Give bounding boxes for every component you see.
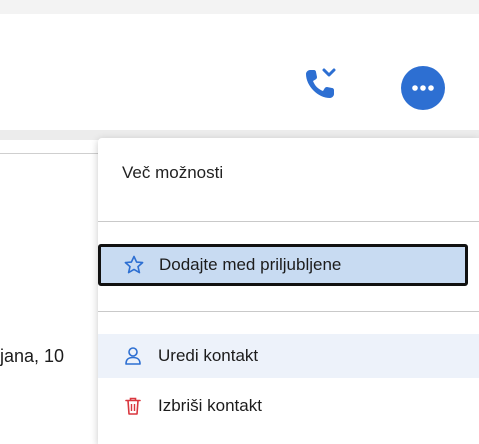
menu-divider <box>98 311 479 312</box>
contact-header <box>0 14 479 130</box>
section-divider <box>0 153 98 154</box>
contact-page: jana, 10 Več možnosti Dodajte med prilju… <box>0 0 479 444</box>
menu-divider <box>98 221 479 222</box>
more-options-icon <box>412 85 434 91</box>
background-detail-text: jana, 10 <box>0 346 65 366</box>
add-to-favorites-item[interactable]: Dodajte med priljubljene <box>98 244 468 286</box>
add-to-favorites-label: Dodajte med priljubljene <box>159 255 342 274</box>
edit-contact-item[interactable]: Uredi kontakt <box>98 334 479 378</box>
star-icon <box>123 254 145 276</box>
person-icon <box>122 345 144 367</box>
menu-title: Več možnosti <box>122 163 224 182</box>
more-options-button[interactable] <box>401 66 445 110</box>
call-button[interactable] <box>298 62 342 106</box>
delete-contact-label: Izbriši kontakt <box>158 396 262 415</box>
phone-dropdown-icon <box>306 68 336 98</box>
edit-contact-label: Uredi kontakt <box>158 346 259 365</box>
trash-icon <box>122 395 144 417</box>
delete-contact-item[interactable]: Izbriši kontakt <box>98 384 479 428</box>
more-options-menu: Več možnosti Dodajte med priljubljene Ur… <box>98 138 479 444</box>
